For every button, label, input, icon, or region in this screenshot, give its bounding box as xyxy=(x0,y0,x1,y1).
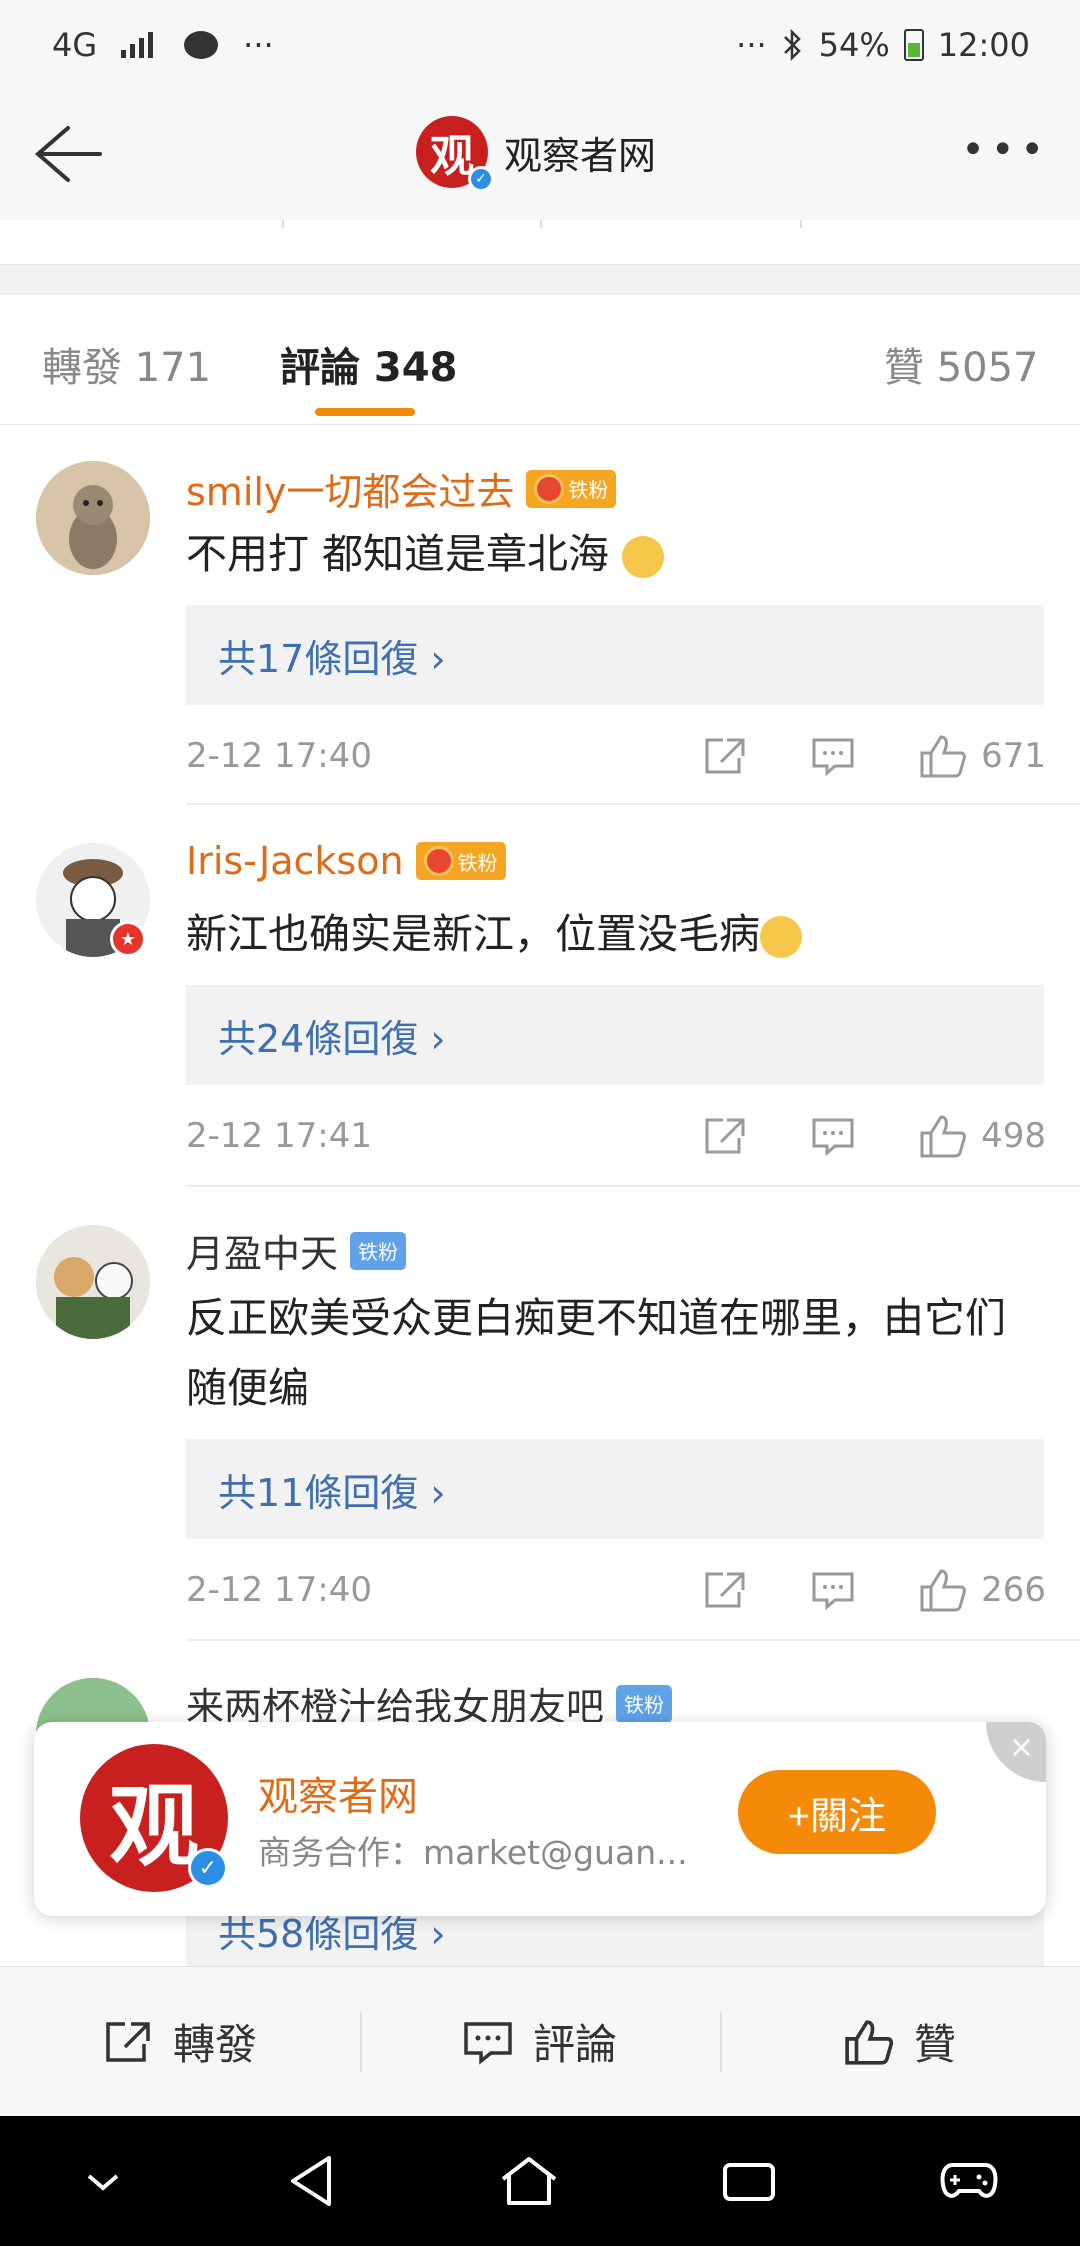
bottom-action-bar: 轉發 評論 贊 xyxy=(0,1966,1080,2116)
divider xyxy=(186,1639,1080,1641)
comment-username[interactable]: 月盈中天 铁粉 xyxy=(186,1223,407,1278)
thumbs-up-icon xyxy=(920,1115,966,1158)
follow-card: 观 ✓ 观察者网 商务合作：market@guan... +關注 × xyxy=(34,1722,1046,1916)
crown-icon xyxy=(423,846,454,876)
comment-meta: 2-12 17:41 498 xyxy=(186,1111,1046,1161)
network-type: 4G xyxy=(52,26,98,64)
active-tab-indicator xyxy=(315,408,415,416)
battery-icon xyxy=(903,29,924,61)
signal-icon xyxy=(121,32,154,58)
divider xyxy=(282,220,284,228)
tab-likes[interactable]: 贊 5057 xyxy=(884,335,1039,393)
more-status-icon: ··· xyxy=(736,26,767,64)
repost-icon xyxy=(106,2021,150,2062)
divider xyxy=(800,220,802,228)
like-count: 266 xyxy=(981,1570,1046,1610)
account-logo: 观 ✓ xyxy=(416,116,494,192)
avatar[interactable] xyxy=(36,1225,150,1339)
cat-avatar-icon xyxy=(36,461,150,575)
home-icon[interactable] xyxy=(499,2155,559,2207)
thumbs-up-icon xyxy=(920,1569,966,1612)
post-preview-strip xyxy=(0,220,1080,265)
comment-content: 不用打 都知道是章北海 xyxy=(186,519,1046,589)
chevron-down-icon[interactable] xyxy=(81,2166,125,2196)
reply-count-link[interactable]: 共24條回復 › xyxy=(186,985,1044,1085)
nav-header: 观 ✓ 观察者网 ••• xyxy=(0,90,1080,220)
reply-count-link[interactable]: 共17條回復 › xyxy=(186,605,1044,705)
tab-comments[interactable]: 評論 348 xyxy=(280,335,457,393)
battery-percent: 54% xyxy=(818,26,890,64)
account-logo[interactable]: 观 ✓ xyxy=(80,1744,228,1892)
clock: 12:00 xyxy=(937,26,1030,64)
comment-icon xyxy=(464,2021,512,2065)
comment-item: ★ Iris-Jackson 铁粉 新江也确实是新江，位置没毛病 共24條回復 … xyxy=(0,805,1080,1187)
verified-icon: ✓ xyxy=(468,166,494,192)
more-notifications-icon: ··· xyxy=(243,26,274,64)
back-icon[interactable] xyxy=(287,2154,337,2208)
like-button[interactable]: 671 xyxy=(919,733,1046,779)
yummy-emoji-icon xyxy=(760,916,802,958)
avatar[interactable] xyxy=(36,461,150,575)
card-subtitle: 商务合作：market@guan... xyxy=(258,1833,688,1872)
reply-icon[interactable] xyxy=(811,1116,855,1156)
comment-time: 2-12 17:40 xyxy=(186,736,372,776)
like-button[interactable]: 266 xyxy=(919,1567,1046,1613)
share-icon[interactable] xyxy=(703,1570,747,1610)
comment-item: smily一切都会过去 铁粉 不用打 都知道是章北海 共17條回復 › 2-12… xyxy=(0,425,1080,805)
follow-button[interactable]: +關注 xyxy=(738,1770,936,1854)
card-account-name[interactable]: 观察者网 xyxy=(258,1764,418,1822)
tab-repost[interactable]: 轉發 171 xyxy=(42,335,211,393)
comment-meta: 2-12 17:40 671 xyxy=(186,731,1046,781)
reply-icon[interactable] xyxy=(811,1570,855,1610)
comment-time: 2-12 17:40 xyxy=(186,1570,372,1610)
like-button[interactable]: 498 xyxy=(919,1113,1046,1159)
like-count: 671 xyxy=(981,736,1046,776)
recent-apps-icon[interactable] xyxy=(721,2159,777,2203)
page-title: 观察者网 xyxy=(504,133,657,178)
repost-button[interactable]: 轉發 xyxy=(0,1967,360,2116)
comment-button[interactable]: 評論 xyxy=(360,1967,720,2116)
fan-badge: 铁粉 xyxy=(415,842,506,880)
section-gap xyxy=(0,265,1080,295)
comment-tabs: 轉發 171 評論 348 贊 5057 xyxy=(0,295,1080,425)
close-icon[interactable]: × xyxy=(986,1722,1046,1782)
bluetooth-icon xyxy=(783,28,801,62)
thumbs-up-icon xyxy=(920,735,966,778)
system-nav-bar xyxy=(0,2116,1080,2246)
comment-username[interactable]: Iris-Jackson 铁粉 xyxy=(186,839,506,883)
like-post-button[interactable]: 贊 xyxy=(720,1967,1080,2116)
laughing-emoji-icon xyxy=(622,536,665,578)
app-notification-icon xyxy=(184,31,219,59)
divider xyxy=(540,220,542,228)
reply-count-link[interactable]: 共11條回復 › xyxy=(186,1439,1044,1539)
comment-username[interactable]: smily一切都会过去 铁粉 xyxy=(186,461,617,516)
comment-content: 反正欧美受众更白痴更不知道在哪里，由它们随便编 xyxy=(186,1294,1006,1412)
more-options-icon[interactable]: ••• xyxy=(961,130,1050,170)
back-arrow-icon[interactable] xyxy=(28,122,104,186)
verified-icon: ✓ xyxy=(188,1848,228,1888)
thumbs-up-icon xyxy=(845,2019,894,2065)
fan-badge: 铁粉 xyxy=(350,1231,407,1270)
comment-content: 新江也确实是新江，位置没毛病 xyxy=(186,899,1046,969)
crown-icon xyxy=(534,473,565,504)
cats-avatar-icon xyxy=(36,1225,150,1339)
account-header[interactable]: 观 ✓ 观察者网 xyxy=(416,116,657,192)
fan-badge: 铁粉 xyxy=(526,469,617,508)
comment-time: 2-12 17:41 xyxy=(186,1116,372,1156)
comment-meta: 2-12 17:40 266 xyxy=(186,1565,1046,1615)
reply-icon[interactable] xyxy=(811,736,855,776)
comment-item: 月盈中天 铁粉 反正欧美受众更白痴更不知道在哪里，由它们随便编 共11條回復 ›… xyxy=(0,1187,1080,1642)
share-icon[interactable] xyxy=(703,1116,747,1156)
share-icon[interactable] xyxy=(703,736,747,776)
like-count: 498 xyxy=(981,1116,1046,1156)
status-bar: 4G ··· ··· 54% 12:00 xyxy=(0,0,1080,90)
game-controller-icon[interactable] xyxy=(939,2159,999,2203)
vip-icon: ★ xyxy=(110,921,146,957)
fan-badge: 铁粉 xyxy=(616,1684,673,1723)
